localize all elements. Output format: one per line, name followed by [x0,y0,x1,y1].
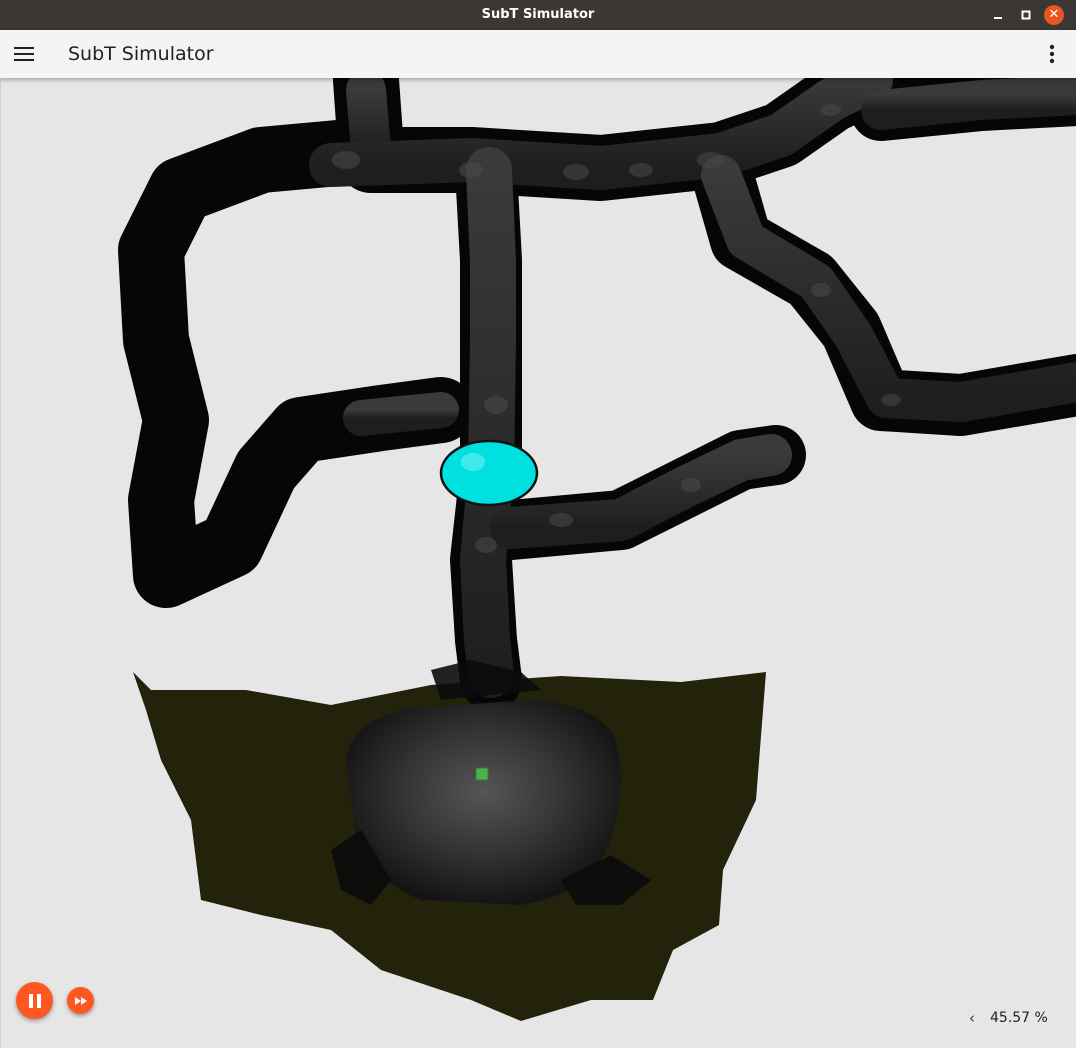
hamburger-menu-icon [14,47,34,61]
real-time-factor: 45.57 % [990,1010,1048,1026]
window-titlebar: SubT Simulator ✕ [0,0,1076,30]
minimize-button[interactable] [988,5,1008,25]
close-button[interactable]: ✕ [1044,5,1064,25]
fast-forward-button[interactable] [67,987,94,1014]
minimize-icon [994,17,1002,19]
robot-marker [439,439,539,507]
robot-start-marker [475,767,489,781]
overflow-menu-button[interactable] [1032,34,1072,74]
menu-button[interactable] [4,34,44,74]
fast-forward-icon [74,996,87,1005]
chevron-left-icon[interactable]: ‹ [962,1008,982,1028]
app-title: SubT Simulator [68,43,214,65]
3d-scene-viewport[interactable] [0,78,1076,1048]
window-title: SubT Simulator [481,7,595,22]
app-toolbar: SubT Simulator [0,30,1076,78]
pause-button[interactable] [16,982,53,1019]
tunnel-map [118,78,1076,1021]
pause-icon [28,993,41,1008]
more-vert-icon [1049,44,1055,64]
maximize-button[interactable] [1016,5,1036,25]
maximize-icon [1021,10,1031,20]
robot-marker-highlight [461,453,485,471]
close-icon: ✕ [1048,7,1060,22]
